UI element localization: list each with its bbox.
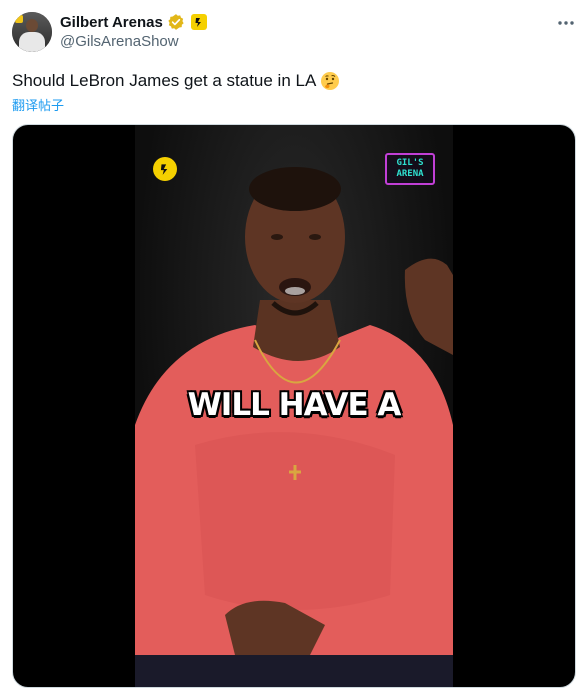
thinking-face-emoji-icon xyxy=(320,71,340,91)
more-options-button[interactable] xyxy=(556,12,576,32)
author-name-row: Gilbert Arenas xyxy=(60,12,207,32)
translate-post-link[interactable]: 翻译帖子 xyxy=(12,95,64,114)
tweet: Gilbert Arenas @GilsArenaShow Should LeB… xyxy=(0,0,588,692)
corner-logo-icon xyxy=(153,157,177,181)
video-caption: WILL HAVE A xyxy=(187,387,402,423)
video-frame: GIL'S ARENA WILL HAVE A xyxy=(135,125,453,687)
author-handle[interactable]: @GilsArenaShow xyxy=(60,33,179,50)
channel-logo-line1: GIL'S xyxy=(396,158,424,168)
verified-badge-icon[interactable] xyxy=(167,13,185,31)
tweet-body: Should LeBron James get a statue in LA xyxy=(12,71,317,90)
author-display-name[interactable]: Gilbert Arenas xyxy=(60,14,163,31)
channel-logo-line2: ARENA xyxy=(396,169,424,179)
affiliate-badge-icon[interactable] xyxy=(190,14,207,30)
avatar-logo xyxy=(15,15,23,23)
video-player[interactable]: GIL'S ARENA WILL HAVE A xyxy=(12,124,576,688)
more-options-icon xyxy=(557,13,575,31)
tweet-text: Should LeBron James get a statue in LA xyxy=(12,70,340,92)
author-avatar[interactable] xyxy=(12,12,52,52)
channel-logo: GIL'S ARENA xyxy=(385,153,435,185)
